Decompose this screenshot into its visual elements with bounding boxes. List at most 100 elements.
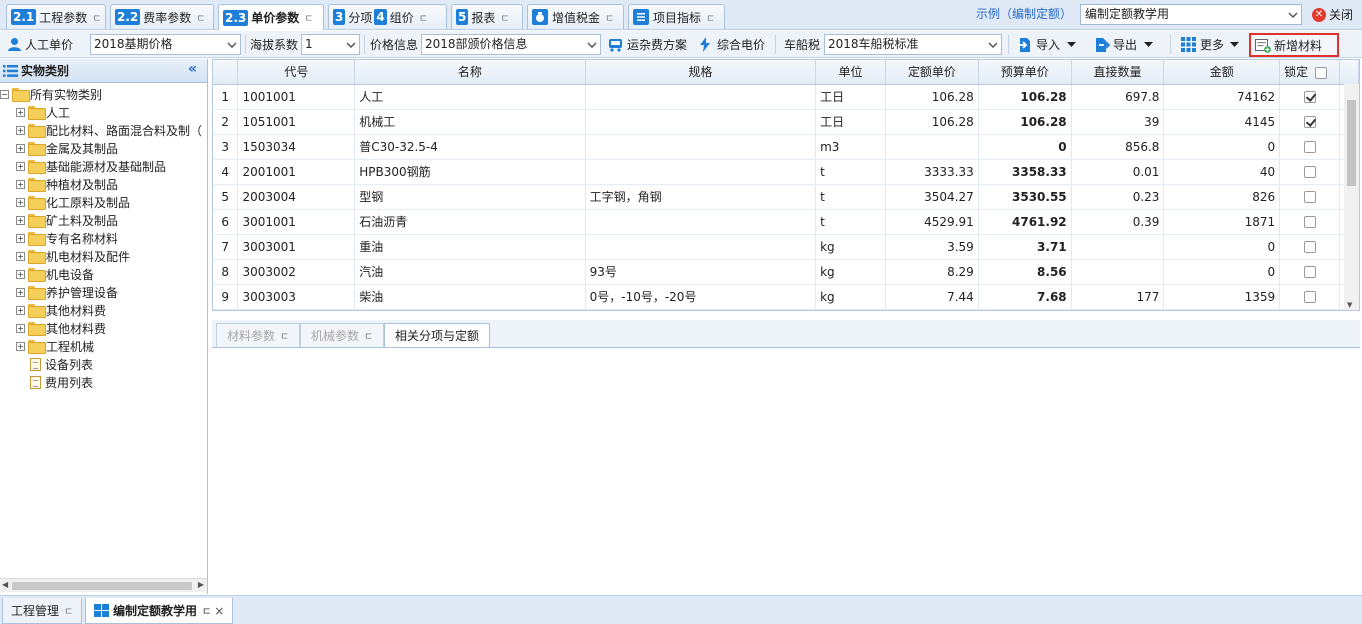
direct-qty-cell[interactable] [1071, 259, 1165, 285]
tab-vat[interactable]: 增值税金 ㄷ [527, 4, 624, 29]
tree-node-category[interactable]: + 配比材料、路面混合料及制（ [16, 121, 202, 139]
direct-qty-cell[interactable]: 0.01 [1071, 159, 1165, 185]
lock-all-checkbox[interactable] [1314, 66, 1327, 79]
tab-material-params[interactable]: 材料参数 ㄷ [216, 323, 301, 347]
pin-icon[interactable]: ㄷ [92, 10, 101, 25]
row-number-cell[interactable]: 6 [213, 209, 239, 235]
collapse-panel-icon[interactable]: « [188, 61, 197, 77]
unit-cell[interactable]: t [815, 184, 886, 210]
tree-node-category[interactable]: + 专有名称材料 [16, 229, 118, 247]
column-header-quota-price[interactable]: 定额单价 [885, 60, 979, 85]
row-number-cell[interactable]: 9 [213, 284, 239, 310]
close-tab-icon[interactable]: × [214, 604, 224, 618]
budget-price-cell[interactable]: 106.28 [978, 84, 1072, 110]
quota-price-cell[interactable]: 4529.91 [885, 209, 979, 235]
collapse-icon[interactable]: − [0, 89, 9, 99]
spec-cell[interactable]: 93号 [585, 259, 817, 285]
spec-cell[interactable]: 0号，-10号，-20号 [585, 284, 817, 310]
unit-cell[interactable]: m3 [815, 134, 886, 160]
amount-cell[interactable]: 4145 [1163, 109, 1281, 135]
expand-icon[interactable]: + [16, 107, 25, 117]
name-cell[interactable]: HPB300钢筋 [354, 159, 586, 185]
price-info-select[interactable]: 2018部颁价格信息 [421, 34, 601, 55]
scrollbar-thumb[interactable] [12, 582, 192, 590]
name-cell[interactable]: 石油沥青 [354, 209, 586, 235]
altitude-select[interactable]: 1 [301, 34, 360, 55]
amount-cell[interactable]: 40 [1163, 159, 1281, 185]
expand-icon[interactable]: + [16, 269, 25, 279]
row-number-cell[interactable]: 3 [213, 134, 239, 160]
amount-cell[interactable]: 1871 [1163, 209, 1281, 235]
tab-related-items[interactable]: 相关分项与定额 [384, 323, 491, 347]
code-cell[interactable]: 3001001 [237, 209, 356, 235]
row-number-cell[interactable]: 1 [213, 84, 239, 110]
lock-checkbox[interactable] [1303, 266, 1316, 278]
spec-cell[interactable] [585, 159, 817, 185]
column-header-locked[interactable]: 锁定 [1279, 60, 1340, 85]
tree-node-category[interactable]: + 化工原料及制品 [16, 193, 130, 211]
table-row[interactable]: 4 2001001 HPB300钢筋 t 3333.33 3358.33 0.01 40 [213, 159, 1359, 185]
lock-checkbox[interactable] [1303, 116, 1316, 128]
pin-icon[interactable]: ㄷ [280, 328, 289, 343]
more-button[interactable]: 更多 [1181, 34, 1240, 55]
table-row[interactable]: 9 3003003 柴油 0号，-10号，-20号 kg 7.44 7.68 177 1359 [213, 284, 1359, 310]
table-row[interactable]: 6 3001001 石油沥青 t 4529.91 4761.92 0.39 1871 [213, 209, 1359, 235]
project-select[interactable]: 编制定额教学用 [1080, 4, 1302, 25]
unit-cell[interactable]: t [815, 159, 886, 185]
scrollbar-thumb[interactable] [1347, 100, 1356, 186]
spec-cell[interactable] [585, 209, 817, 235]
pin-icon[interactable]: ㄷ [304, 10, 313, 25]
power-price-button[interactable]: 综合电价 [699, 34, 765, 55]
chevron-down-icon[interactable] [583, 35, 600, 54]
name-cell[interactable]: 重油 [354, 234, 586, 260]
name-cell[interactable]: 汽油 [354, 259, 586, 285]
spec-cell[interactable] [585, 84, 817, 110]
row-number-cell[interactable]: 5 [213, 184, 239, 210]
table-row[interactable]: 1 1001001 人工 工日 106.28 106.28 697.8 74162 [213, 84, 1359, 110]
table-row[interactable]: 2 1051001 机械工 工日 106.28 106.28 39 4145 [213, 109, 1359, 135]
vehicle-tax-select[interactable]: 2018车船税标准 [824, 34, 1002, 55]
expand-icon[interactable]: + [16, 323, 25, 333]
quota-price-cell[interactable]: 7.44 [885, 284, 979, 310]
expand-icon[interactable]: + [16, 143, 25, 153]
tab-project-params[interactable]: 2.1 工程参数 ㄷ [6, 4, 106, 29]
code-cell[interactable]: 1051001 [237, 109, 356, 135]
spec-cell[interactable] [585, 109, 817, 135]
direct-qty-cell[interactable]: 697.8 [1071, 84, 1165, 110]
tree-node-category[interactable]: + 机电材料及配件 [16, 247, 130, 265]
column-header-spec[interactable]: 规格 [585, 60, 817, 85]
chevron-down-icon[interactable] [223, 35, 240, 54]
table-row[interactable]: 5 2003004 型钢 工字钢，角钢 t 3504.27 3530.55 0.23 826 [213, 184, 1359, 210]
lock-checkbox[interactable] [1303, 166, 1316, 178]
tree-node-root[interactable]: − 所有实物类别 [0, 85, 102, 103]
scroll-down-icon[interactable]: ▼ [1347, 301, 1352, 309]
budget-price-cell[interactable]: 4761.92 [978, 209, 1072, 235]
amount-cell[interactable]: 0 [1163, 234, 1281, 260]
tree-node-category[interactable]: + 其他材料费 [16, 319, 106, 337]
tab-unit-price-params[interactable]: 2.3 单价参数 ㄷ [218, 4, 324, 30]
pin-icon[interactable]: ㄷ [364, 328, 373, 343]
amount-cell[interactable]: 1359 [1163, 284, 1281, 310]
code-cell[interactable]: 1503034 [237, 134, 356, 160]
direct-qty-cell[interactable] [1071, 234, 1165, 260]
demo-link[interactable]: 示例（编制定额） [976, 5, 1072, 22]
tab-current-project[interactable]: 编制定额教学用 ㄷ × [85, 598, 234, 624]
unit-cell[interactable]: 工日 [815, 109, 886, 135]
pin-icon[interactable]: ㄷ [706, 10, 715, 25]
column-header-code[interactable]: 代号 [237, 60, 356, 85]
lock-checkbox[interactable] [1303, 191, 1316, 203]
unit-cell[interactable]: 工日 [815, 84, 886, 110]
code-cell[interactable]: 2003004 [237, 184, 356, 210]
horizontal-scrollbar[interactable]: ◀ ▶ [0, 578, 207, 592]
direct-qty-cell[interactable]: 0.39 [1071, 209, 1165, 235]
pin-icon[interactable]: ㄷ [196, 10, 205, 25]
name-cell[interactable]: 柴油 [354, 284, 586, 310]
import-button[interactable]: 导入 [1017, 34, 1077, 55]
tree-node-category[interactable]: + 金属及其制品 [16, 139, 118, 157]
quota-price-cell[interactable]: 106.28 [885, 109, 979, 135]
close-button[interactable]: ✕ 关闭 [1312, 6, 1353, 23]
code-cell[interactable]: 1001001 [237, 84, 356, 110]
direct-qty-cell[interactable]: 177 [1071, 284, 1165, 310]
tab-project-management[interactable]: 工程管理 ㄷ [2, 598, 83, 624]
new-material-button[interactable]: 新增材料 [1249, 33, 1339, 57]
